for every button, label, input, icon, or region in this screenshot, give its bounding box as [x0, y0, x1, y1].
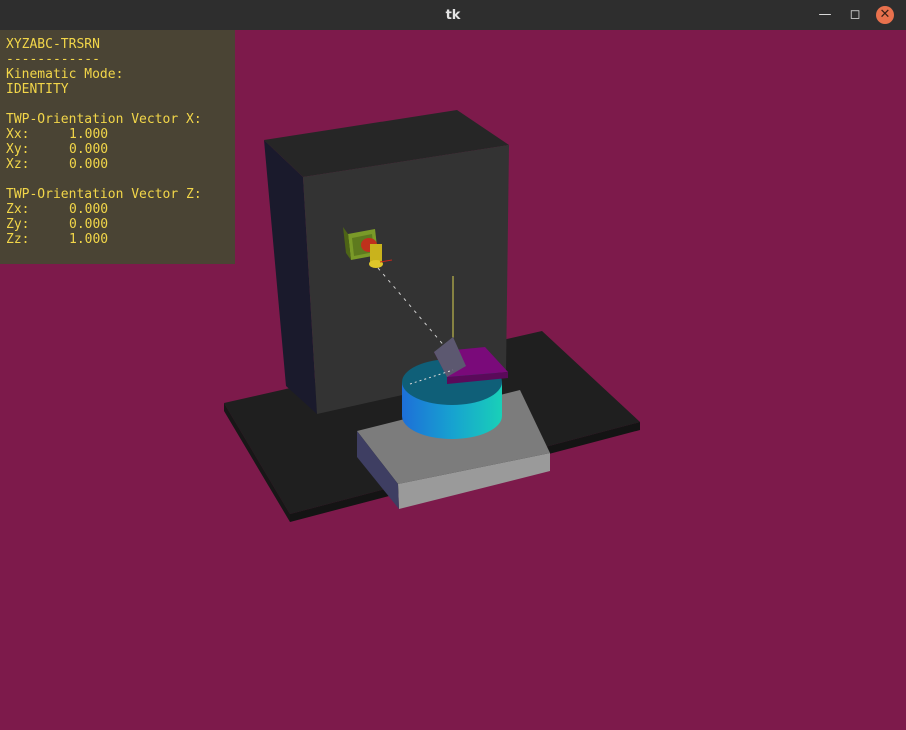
- vector-x-label: TWP-Orientation Vector X:: [6, 112, 202, 127]
- vector-z-row: Zx: 0.000: [6, 202, 109, 217]
- vector-z-row: Zy: 0.000: [6, 217, 109, 232]
- hud-separator: ------------: [6, 52, 100, 67]
- vector-x-row: Xy: 0.000: [6, 142, 109, 157]
- title-bar[interactable]: tk — ◻ ✕: [0, 0, 906, 31]
- vector-z-row: Zz: 1.000: [6, 232, 109, 247]
- vector-x-row: Xx: 1.000: [6, 127, 109, 142]
- machine-name: XYZABC-TRSRN: [6, 37, 100, 52]
- app-window: tk — ◻ ✕ XYZABC-TRSRN ------------ Kinem…: [0, 0, 906, 730]
- tool-tip: [369, 260, 383, 268]
- 3d-viewport[interactable]: XYZABC-TRSRN ------------ Kinematic Mode…: [0, 30, 906, 730]
- kinematic-mode-value: IDENTITY: [6, 82, 69, 97]
- window-title: tk: [445, 8, 461, 23]
- close-icon[interactable]: ✕: [876, 6, 894, 24]
- vector-z-label: TWP-Orientation Vector Z:: [6, 187, 202, 202]
- minimize-icon[interactable]: —: [816, 6, 834, 24]
- vector-x-row: Xz: 0.000: [6, 157, 109, 172]
- kinematic-mode-label: Kinematic Mode:: [6, 67, 124, 82]
- hud-panel: XYZABC-TRSRN ------------ Kinematic Mode…: [0, 30, 235, 264]
- maximize-icon[interactable]: ◻: [846, 6, 864, 24]
